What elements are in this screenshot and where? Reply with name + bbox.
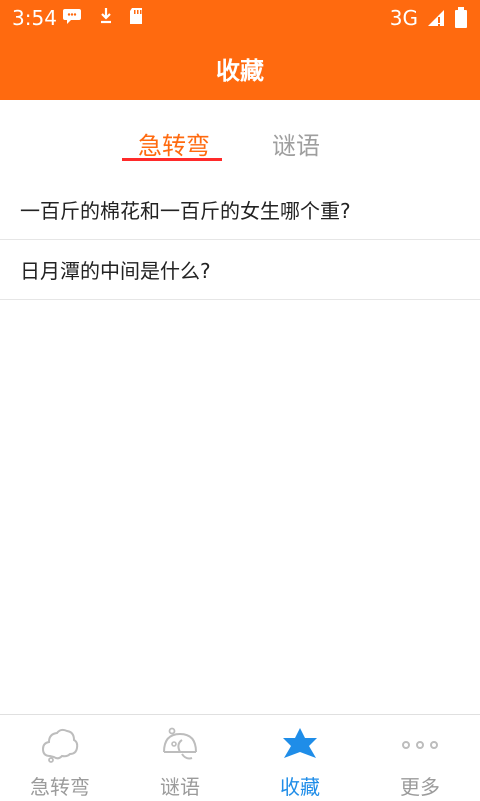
tab-riddle-brainteaser[interactable]: 急转弯 (138, 126, 210, 161)
list-item-text: 日月潭的中间是什么? (20, 259, 211, 283)
status-bar: 3:54 3G (0, 0, 480, 36)
cloud-icon (41, 728, 79, 763)
star-icon (283, 728, 317, 758)
more-dots-icon (402, 741, 438, 749)
favorites-list: 一百斤的棉花和一百斤的女生哪个重? 日月潭的中间是什么? (0, 180, 480, 300)
battery-icon (455, 7, 467, 28)
nav-label: 急转弯 (30, 775, 90, 799)
nav-label: 收藏 (280, 775, 320, 799)
active-tab-indicator (122, 158, 222, 161)
nav-label: 谜语 (160, 775, 200, 799)
status-time: 3:54 (12, 6, 57, 30)
sd-card-icon (130, 8, 142, 24)
list-item-text: 一百斤的棉花和一百斤的女生哪个重? (20, 199, 351, 223)
status-indicators: 3G (390, 6, 468, 30)
category-tabs: 急转弯 谜语 (0, 100, 480, 170)
nav-item-riddles[interactable]: 谜语 (120, 715, 240, 801)
nav-label: 更多 (400, 775, 440, 799)
bottom-navigation: 急转弯 谜语 收藏 更多 (0, 714, 480, 801)
list-item[interactable]: 日月潭的中间是什么? (0, 240, 480, 300)
page-title: 收藏 (216, 56, 264, 85)
signal-icon (428, 10, 444, 26)
status-notifications (62, 6, 144, 26)
nav-item-favorites[interactable]: 收藏 (240, 715, 360, 801)
puzzle-icon (163, 727, 197, 760)
tab-riddles[interactable]: 谜语 (272, 126, 320, 161)
app-bar: 收藏 (0, 36, 480, 100)
nav-item-more[interactable]: 更多 (360, 715, 480, 801)
network-type: 3G (389, 6, 418, 30)
chat-notification-icon (63, 9, 81, 24)
nav-item-brainteaser[interactable]: 急转弯 (0, 715, 120, 801)
list-item[interactable]: 一百斤的棉花和一百斤的女生哪个重? (0, 180, 480, 240)
download-icon (101, 8, 111, 24)
